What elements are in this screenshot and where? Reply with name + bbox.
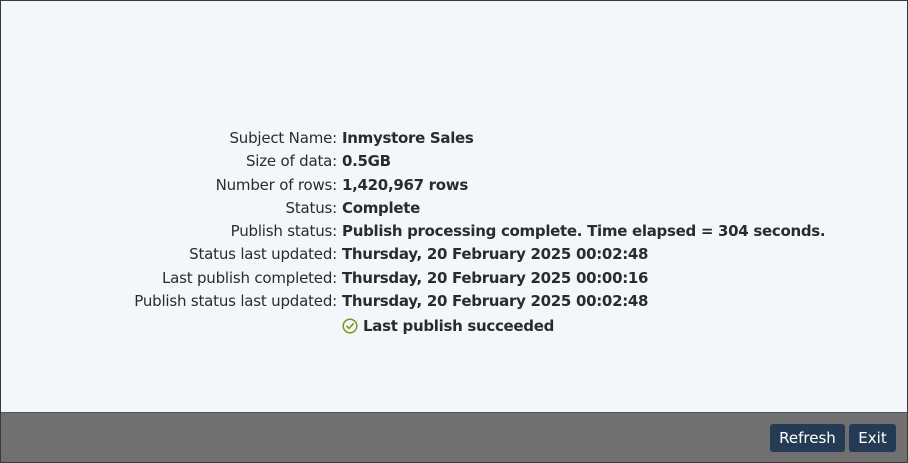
publish-info-table: Subject Name: Inmystore Sales Size of da… [1, 127, 907, 338]
size-of-data-value: 0.5GB [342, 152, 391, 171]
info-row-last-publish-completed: Last publish completed: Thursday, 20 Feb… [1, 267, 907, 290]
info-row-publish-status: Publish status: Publish processing compl… [1, 220, 907, 243]
refresh-button[interactable]: Refresh [770, 424, 845, 452]
subject-name-label: Subject Name: [229, 129, 337, 147]
button-bar: Refresh Exit [1, 412, 907, 462]
status-last-updated-value: Thursday, 20 February 2025 00:02:48 [342, 245, 649, 264]
publish-status-value: Publish processing complete. Time elapse… [342, 222, 826, 241]
info-row-size-of-data: Size of data: 0.5GB [1, 150, 907, 173]
last-publish-completed-value: Thursday, 20 February 2025 00:00:16 [342, 268, 649, 287]
check-circle-icon [342, 318, 358, 334]
dialog-frame: Subject Name: Inmystore Sales Size of da… [0, 0, 908, 463]
publish-status-last-updated-label: Publish status last updated: [134, 292, 337, 311]
info-row-status-last-updated: Status last updated: Thursday, 20 Februa… [1, 243, 907, 266]
publish-status-label: Publish status: [230, 222, 338, 241]
status-value: Complete [342, 198, 420, 217]
size-of-data-label: Size of data: [245, 152, 337, 171]
status-label: Status: [285, 198, 338, 217]
publish-result-text: Last publish succeeded [363, 317, 555, 336]
exit-button[interactable]: Exit [849, 424, 896, 452]
info-row-number-of-rows: Number of rows: 1,420,967 rows [1, 174, 907, 197]
info-row-status: Status: Complete [1, 197, 907, 220]
publish-status-last-updated-value: Thursday, 20 February 2025 00:02:48 [342, 292, 649, 311]
last-publish-completed-label: Last publish completed: [161, 268, 337, 287]
number-of-rows-label: Number of rows: [215, 175, 338, 194]
subject-name-value: Inmystore Sales [342, 129, 474, 147]
status-last-updated-label: Status last updated: [189, 245, 337, 264]
content-area: Subject Name: Inmystore Sales Size of da… [1, 1, 907, 412]
info-row-publish-status-last-updated: Publish status last updated: Thursday, 2… [1, 290, 907, 313]
number-of-rows-value: 1,420,967 rows [342, 175, 468, 194]
publish-result: Last publish succeeded [342, 314, 907, 338]
info-row-subject-name: Subject Name: Inmystore Sales [1, 127, 907, 150]
